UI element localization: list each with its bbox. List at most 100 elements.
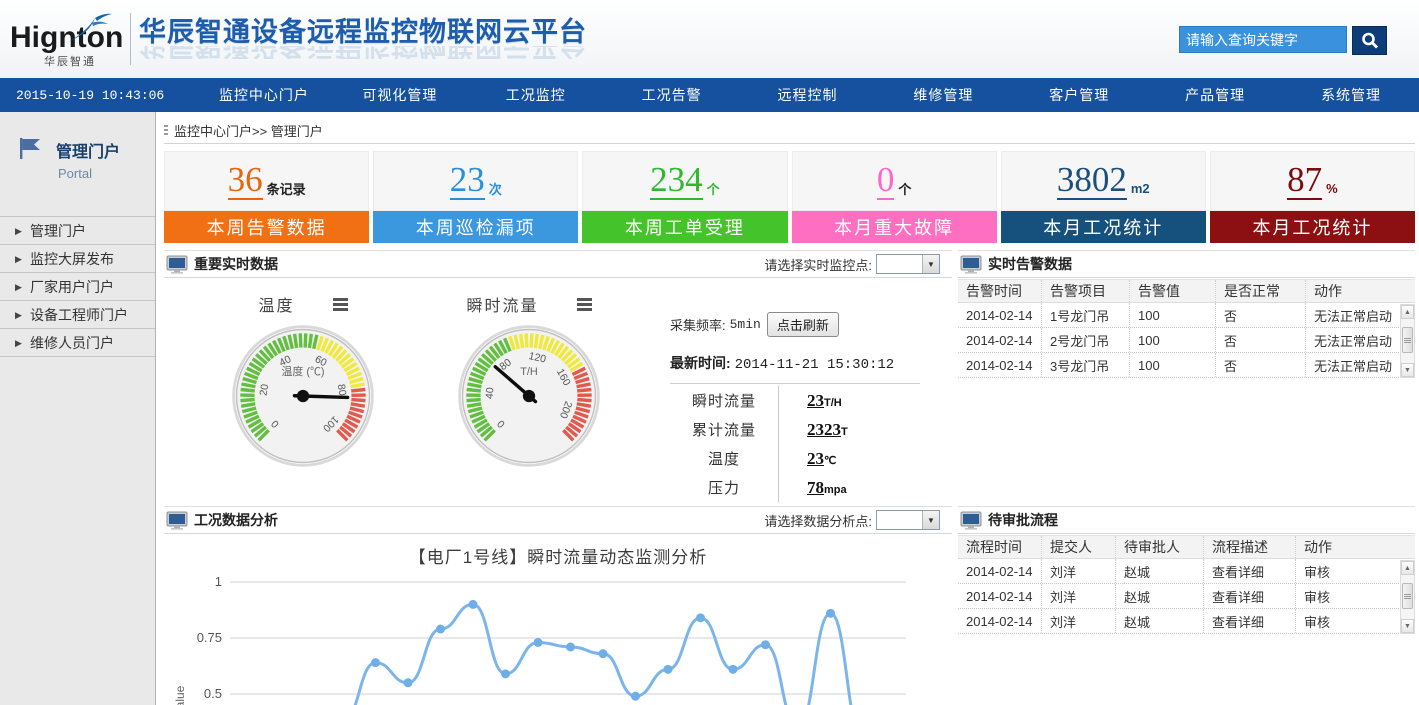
hamburger-icon[interactable] [333,296,348,313]
stat-card-label[interactable]: 本月重大故障 [792,211,997,243]
stat-card-value[interactable]: 234 [650,162,703,200]
chevron-right-icon: ▶ [15,273,22,301]
table-scrollbar[interactable]: ▲▼ [1400,304,1415,378]
table-cell: 否 [1216,303,1306,327]
column-header: 告警值 [1130,280,1216,302]
sidebar-item-1[interactable]: ▶管理门户 [0,217,155,245]
column-header: 待审批人 [1116,536,1204,558]
table-row: 2014-02-14刘洋赵城查看详细审核 [958,609,1415,634]
realtime-readings-panel: 采集频率: 5min 点击刷新 最新时间: 2014-11-21 15:30:1… [670,278,952,500]
table-scrollbar[interactable]: ▲▼ [1400,560,1415,634]
scrollbar-thumb[interactable] [1402,583,1413,609]
nav-item-5[interactable]: 远程控制 [740,85,876,105]
table-cell: 1号龙门吊 [1042,303,1130,327]
reading-value: 2323T [778,415,848,444]
nav-item-9[interactable]: 系统管理 [1283,85,1419,105]
stat-card-unit: % [1326,181,1338,196]
stat-card-label[interactable]: 本月工况统计 [1210,211,1415,243]
sidebar-item-2[interactable]: ▶监控大屏发布 [0,245,155,273]
nav-item-4[interactable]: 工况告警 [604,85,740,105]
page-title-reflection: 华辰智通设备远程监控物联网云平台 [139,46,587,59]
stat-card-5: 3802 m2 本月工况统计 [1001,151,1206,243]
table-cell: 100 [1130,303,1216,327]
stat-card-1: 36条记录本周告警数据 [164,151,369,243]
column-header: 告警项目 [1042,280,1130,302]
table-cell[interactable]: 查看详细 [1204,584,1296,608]
portal-subtitle: Portal [58,166,155,181]
search-input[interactable] [1179,26,1347,53]
sampling-frequency-label: 采集频率: [670,315,726,334]
stat-card-unit: m2 [1131,181,1150,196]
reading-label: 瞬时流量 [670,390,778,411]
gauge-flow-title: 瞬时流量 [466,292,538,316]
table-cell[interactable]: 审核 [1296,609,1415,633]
nav-item-7[interactable]: 客户管理 [1011,85,1147,105]
svg-text:0.5: 0.5 [204,686,222,701]
table-cell: 否 [1216,328,1306,352]
stat-card-value[interactable]: 87 [1287,162,1322,200]
sidebar-item-5[interactable]: ▶维修人员门户 [0,329,155,357]
nav-item-3[interactable]: 工况监控 [468,85,604,105]
monitor-point-select[interactable]: ▼ [876,254,940,274]
column-header: 流程描述 [1204,536,1296,558]
latest-time-value: 2014-11-21 15:30:12 [735,357,895,373]
nav-item-8[interactable]: 产品管理 [1147,85,1283,105]
table-cell[interactable]: 审核 [1296,584,1415,608]
nav-item-1[interactable]: 监控中心门户 [196,85,332,105]
table-cell[interactable]: 审核 [1296,559,1415,583]
svg-text:value: value [173,685,187,705]
scroll-down-icon[interactable]: ▼ [1401,363,1414,377]
dropdown-arrow-icon[interactable]: ▼ [922,511,939,529]
gauge-flow: 瞬时流量 04080120160200T/H [416,278,642,500]
reading-value: 78mpa [778,473,847,502]
svg-text:40: 40 [485,387,497,400]
stat-card-value[interactable]: 3802 [1057,162,1127,200]
nav-item-2[interactable]: 可视化管理 [332,85,468,105]
reading-row-4: 压力78mpa [670,473,920,502]
stat-card-value[interactable]: 23 [450,162,485,200]
sidebar-item-3[interactable]: ▶厂家用户门户 [0,273,155,301]
table-cell: 2014-02-14 [958,559,1042,583]
table-cell: 刘洋 [1042,609,1116,633]
scroll-down-icon[interactable]: ▼ [1401,619,1414,633]
table-cell: 无法正常启动 [1306,353,1415,377]
reading-label: 温度 [670,448,778,469]
table-row: 2014-02-14刘洋赵城查看详细审核 [958,584,1415,609]
top-header: Hignton 华辰智通 华辰智通设备远程监控物联网云平台 华辰智通设备远程监控… [0,0,1419,78]
stat-card-unit: 个 [707,179,720,198]
svg-text:1: 1 [215,574,222,589]
nav-item-6[interactable]: 维修管理 [875,85,1011,105]
stat-card-value[interactable]: 0 [877,162,895,200]
stat-card-unit: 个 [898,179,911,198]
scrollbar-thumb[interactable] [1402,327,1413,353]
hamburger-icon[interactable] [577,296,592,313]
section-approvals: 待审批流程 流程时间提交人待审批人流程描述动作2014-02-14刘洋赵城查看详… [958,506,1415,634]
stat-card-label[interactable]: 本月工况统计 [1001,211,1206,243]
scroll-up-icon[interactable]: ▲ [1401,561,1414,575]
stat-card-6: 87% 本月工况统计 [1210,151,1415,243]
stat-card-label[interactable]: 本周工单受理 [582,211,787,243]
analysis-point-select[interactable]: ▼ [876,510,940,530]
table-cell: 3号龙门吊 [1042,353,1130,377]
portal-header: 管理门户 Portal [0,112,155,216]
refresh-button[interactable]: 点击刷新 [767,312,839,337]
nav-timestamp: 2015-10-19 10:43:06 [16,88,196,103]
sidebar-item-4[interactable]: ▶设备工程师门户 [0,301,155,329]
section-title-alarms: 实时告警数据 [988,254,1072,274]
monitor-icon [166,255,188,274]
table-header-row: 流程时间提交人待审批人流程描述动作 [958,535,1415,559]
sidebar-menu: ▶管理门户▶监控大屏发布▶厂家用户门户▶设备工程师门户▶维修人员门户 [0,216,155,357]
dropdown-arrow-icon[interactable]: ▼ [922,255,939,273]
table-cell: 100 [1130,328,1216,352]
stat-card-label[interactable]: 本周巡检漏项 [373,211,578,243]
table-cell[interactable]: 查看详细 [1204,609,1296,633]
stat-card-value[interactable]: 36 [228,162,263,200]
stat-card-label[interactable]: 本周告警数据 [164,211,369,243]
monitor-icon [960,255,982,274]
table-cell: 赵城 [1116,584,1204,608]
table-cell: 刘洋 [1042,559,1116,583]
scroll-up-icon[interactable]: ▲ [1401,305,1414,319]
search-button[interactable] [1352,26,1387,55]
svg-text:T/H: T/H [520,366,538,378]
table-cell[interactable]: 查看详细 [1204,559,1296,583]
